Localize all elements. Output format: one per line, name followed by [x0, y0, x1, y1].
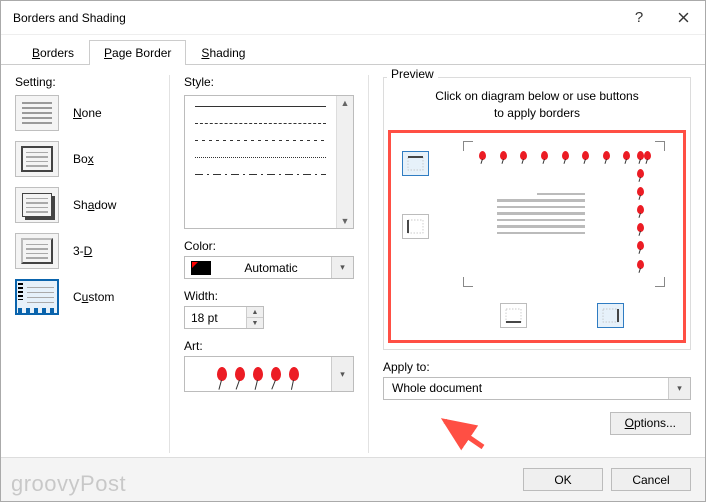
setting-shadow-icon: [15, 187, 59, 223]
color-label: Color:: [184, 239, 354, 253]
diagram-border-right: [637, 151, 651, 269]
preview-group: Preview Click on diagram below or use bu…: [383, 75, 691, 350]
watermark: groovyPost: [11, 471, 126, 497]
setting-custom-icon: [15, 279, 59, 315]
setting-custom[interactable]: Custom: [15, 279, 155, 315]
border-right-button[interactable]: [597, 303, 624, 328]
border-right-icon: [602, 308, 619, 323]
style-option-dash-dot[interactable]: [195, 174, 326, 175]
scroll-up-icon[interactable]: ▲: [341, 98, 350, 108]
style-listbox[interactable]: ▲ ▼: [184, 95, 354, 229]
setting-shadow[interactable]: Shadow: [15, 187, 155, 223]
setting-3d[interactable]: 3-D: [15, 233, 155, 269]
spinner-up-icon[interactable]: ▲: [247, 307, 263, 318]
balloon-icon: [235, 367, 245, 381]
style-option-dot[interactable]: [195, 157, 326, 158]
apply-to-label: Apply to:: [383, 360, 691, 374]
color-value: Automatic: [211, 261, 331, 275]
scroll-down-icon[interactable]: ▼: [341, 216, 350, 226]
balloon-icon: [271, 367, 281, 381]
style-option-short-dash[interactable]: [195, 140, 326, 141]
setting-3d-icon: [15, 233, 59, 269]
setting-label: Setting:: [15, 75, 155, 89]
style-scrollbar[interactable]: ▲ ▼: [336, 96, 353, 228]
close-icon: [678, 12, 689, 23]
help-button[interactable]: ?: [617, 3, 661, 33]
balloon-icon: [289, 367, 299, 381]
color-dropdown[interactable]: Automatic ▾: [184, 256, 354, 279]
style-option-solid[interactable]: [195, 106, 326, 107]
corner-marker-icon: [463, 277, 473, 287]
style-lines: [185, 96, 336, 228]
apply-to-dropdown[interactable]: Whole document ▾: [383, 377, 691, 400]
style-option-long-dash[interactable]: [195, 123, 326, 124]
setting-column: Setting: None Box: [15, 75, 155, 453]
preview-column: Preview Click on diagram below or use bu…: [383, 75, 691, 453]
chevron-down-icon: ▾: [668, 378, 690, 399]
setting-shadow-label: Shadow: [73, 198, 116, 212]
style-column: Style: ▲ ▼ Color: Automatic ▾: [184, 75, 354, 453]
diagram-page-text: [497, 193, 585, 235]
setting-custom-label: Custom: [73, 290, 114, 304]
window-title: Borders and Shading: [13, 11, 617, 25]
corner-marker-icon: [655, 277, 665, 287]
width-label: Width:: [184, 289, 354, 303]
border-left-button[interactable]: [402, 214, 429, 239]
dialog-footer: groovyPost OK Cancel: [1, 457, 705, 501]
preview-frame: Click on diagram below or use buttons to…: [383, 77, 691, 350]
art-label: Art:: [184, 339, 354, 353]
balloon-icon: [217, 367, 227, 381]
divider: [368, 75, 369, 453]
cancel-button[interactable]: Cancel: [611, 468, 691, 491]
close-button[interactable]: [661, 3, 705, 33]
setting-box[interactable]: Box: [15, 141, 155, 177]
options-button[interactable]: Options...: [610, 412, 691, 435]
color-swatch-icon: [191, 261, 211, 275]
preview-hint: Click on diagram below or use buttons to…: [388, 86, 686, 130]
annotation-highlight: [388, 130, 686, 343]
tab-page-border[interactable]: Page Border: [89, 40, 186, 65]
chevron-down-icon: ▾: [331, 257, 353, 278]
width-value: 18 pt: [185, 307, 246, 328]
chevron-down-icon: ▾: [331, 357, 353, 391]
divider: [169, 75, 170, 453]
border-top-button[interactable]: [402, 151, 429, 176]
preview-legend: Preview: [387, 67, 438, 81]
corner-marker-icon: [655, 141, 665, 151]
diagram-border-top: [479, 151, 651, 165]
tab-shading[interactable]: Shading: [186, 40, 260, 65]
balloon-icon: [253, 367, 263, 381]
setting-none-label: None: [73, 106, 102, 120]
style-label: Style:: [184, 75, 354, 89]
bottom-edge-buttons: [397, 303, 677, 328]
setting-none-icon: [15, 95, 59, 131]
setting-box-label: Box: [73, 152, 94, 166]
dialog-body: Setting: None Box: [1, 65, 705, 457]
spinner-down-icon[interactable]: ▼: [247, 318, 263, 328]
setting-none[interactable]: None: [15, 95, 155, 131]
ok-button[interactable]: OK: [523, 468, 603, 491]
titlebar: Borders and Shading ?: [1, 1, 705, 35]
art-preview: [185, 357, 331, 391]
setting-3d-label: 3-D: [73, 244, 92, 258]
setting-box-icon: [15, 141, 59, 177]
art-dropdown[interactable]: ▾: [184, 356, 354, 392]
preview-diagram[interactable]: [445, 139, 677, 289]
border-left-icon: [407, 219, 424, 234]
tab-bar: Borders Page Border Shading: [1, 35, 705, 65]
width-spinner[interactable]: 18 pt ▲ ▼: [184, 306, 264, 329]
apply-to-value: Whole document: [384, 381, 668, 395]
setting-list: None Box Shadow: [15, 95, 155, 315]
options-row: Options...: [383, 412, 691, 435]
corner-marker-icon: [463, 141, 473, 151]
dialog-window: Borders and Shading ? Borders Page Borde…: [0, 0, 706, 502]
tab-borders[interactable]: Borders: [17, 40, 89, 65]
border-bottom-icon: [505, 308, 522, 323]
border-bottom-button[interactable]: [500, 303, 527, 328]
border-top-icon: [407, 156, 424, 171]
